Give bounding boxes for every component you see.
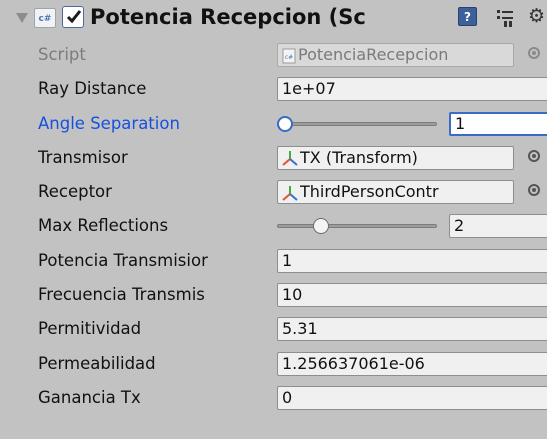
csharp-script-icon: c# xyxy=(34,8,56,28)
inspector-fields: Script c# PotenciaRecepcion Ray Distance… xyxy=(0,38,547,415)
frecuencia-transmision-row: Frecuencia Transmis 10 xyxy=(0,278,547,312)
script-file-icon: c# xyxy=(282,48,296,63)
max-reflections-slider-track[interactable] xyxy=(277,224,437,229)
script-label: Script xyxy=(38,45,86,64)
ray-distance-label: Ray Distance xyxy=(38,79,147,99)
angle-separation-label: Angle Separation xyxy=(38,113,180,133)
script-row: Script c# PotenciaRecepcion xyxy=(0,38,547,72)
help-icon[interactable]: ? xyxy=(458,7,477,26)
receptor-row: Receptor ThirdPersonContr xyxy=(0,175,547,209)
ganancia-tx-input[interactable]: 0 xyxy=(277,385,547,410)
potencia-transmision-label: Potencia Transmisior xyxy=(38,250,208,270)
component-header: c# Potencia Recepcion (Sc ? ⚙ xyxy=(0,0,547,38)
component-enabled-checkbox[interactable] xyxy=(62,6,84,28)
permeabilidad-label: Permeabilidad xyxy=(38,353,156,373)
receptor-label: Receptor xyxy=(38,182,112,202)
angle-separation-slider-thumb[interactable] xyxy=(277,115,293,132)
script-value: PotenciaRecepcion xyxy=(298,45,449,64)
angle-separation-input[interactable]: 1 xyxy=(449,111,547,136)
svg-text:c#: c# xyxy=(285,54,293,61)
permeabilidad-input[interactable]: 1.256637061e-06 xyxy=(277,351,547,376)
max-reflections-label: Max Reflections xyxy=(38,216,169,236)
receptor-value: ThirdPersonContr xyxy=(300,182,439,202)
max-reflections-input[interactable]: 2 xyxy=(449,214,547,239)
potencia-transmision-input[interactable]: 1 xyxy=(277,248,547,273)
transform-icon xyxy=(282,151,298,167)
transmisor-value: TX (Transform) xyxy=(300,147,418,167)
permitividad-input[interactable]: 5.31 xyxy=(277,317,547,342)
angle-separation-row: Angle Separation 1 xyxy=(0,107,547,141)
script-field: c# PotenciaRecepcion xyxy=(277,43,514,67)
angle-separation-slider-track[interactable] xyxy=(277,121,437,126)
gear-icon[interactable]: ⚙ xyxy=(528,4,545,28)
transmisor-row: Transmisor TX (Transform) xyxy=(0,141,547,175)
receptor-picker-icon[interactable] xyxy=(528,184,540,197)
ganancia-tx-row: Ganancia Tx 0 xyxy=(0,381,547,415)
frecuencia-transmision-label: Frecuencia Transmis xyxy=(38,285,205,305)
script-picker-icon xyxy=(528,47,540,59)
permitividad-row: Permitividad 5.31 xyxy=(0,312,547,346)
preset-icon[interactable] xyxy=(495,7,515,27)
permeabilidad-row: Permeabilidad 1.256637061e-06 xyxy=(0,347,547,381)
transmisor-field[interactable]: TX (Transform) xyxy=(277,145,514,170)
transform-icon xyxy=(282,185,298,201)
transmisor-picker-icon[interactable] xyxy=(528,149,540,162)
potencia-transmision-row: Potencia Transmisior 1 xyxy=(0,244,547,278)
ray-distance-row: Ray Distance 1e+07 xyxy=(0,72,547,106)
max-reflections-slider-thumb[interactable] xyxy=(313,218,329,235)
checkmark-icon xyxy=(66,10,82,24)
permitividad-label: Permitividad xyxy=(38,319,142,339)
frecuencia-transmision-input[interactable]: 10 xyxy=(277,283,547,308)
component-title: Potencia Recepcion (Sc xyxy=(90,5,366,29)
ganancia-tx-label: Ganancia Tx xyxy=(38,387,141,407)
foldout-arrow-icon[interactable] xyxy=(16,13,28,23)
receptor-field[interactable]: ThirdPersonContr xyxy=(277,180,514,205)
transmisor-label: Transmisor xyxy=(38,147,128,167)
max-reflections-row: Max Reflections 2 xyxy=(0,209,547,243)
ray-distance-input[interactable]: 1e+07 xyxy=(277,77,547,102)
